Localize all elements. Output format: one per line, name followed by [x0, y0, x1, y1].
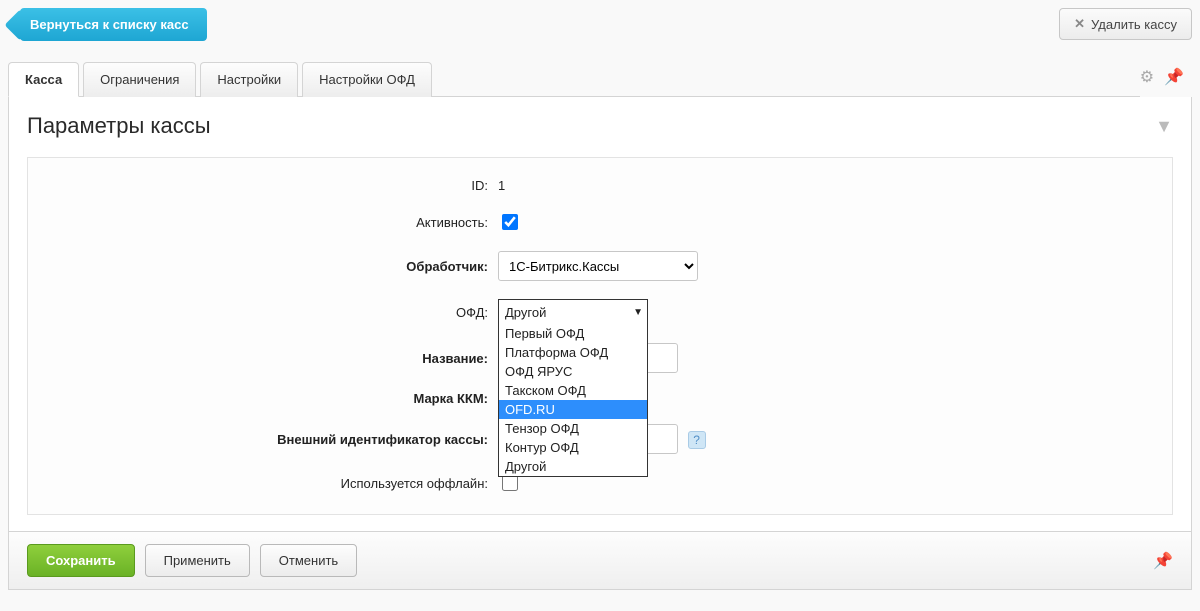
collapse-toggle[interactable]: ▼ [1155, 116, 1173, 137]
name-label: Название: [422, 351, 488, 366]
help-icon[interactable]: ? [688, 431, 706, 449]
offline-label: Используется оффлайн: [38, 476, 498, 491]
ofd-select[interactable]: Другой ▼ [498, 299, 648, 325]
id-value: 1 [498, 178, 505, 193]
active-label: Активность: [38, 215, 498, 230]
ofd-option[interactable]: Тензор ОФД [499, 419, 647, 438]
ofd-dropdown: Первый ОФД Платформа ОФД ОФД ЯРУС Такско… [498, 324, 648, 477]
ofd-label: ОФД: [38, 305, 498, 320]
delete-button-label: Удалить кассу [1091, 17, 1177, 32]
cancel-button[interactable]: Отменить [260, 544, 357, 577]
chevron-down-icon: ▼ [633, 307, 643, 318]
ext-id-label: Внешний идентификатор кассы: [277, 432, 488, 447]
ofd-option[interactable]: Платформа ОФД [499, 343, 647, 362]
tab-settings[interactable]: Настройки [200, 62, 298, 97]
tab-restrictions[interactable]: Ограничения [83, 62, 196, 97]
handler-select[interactable]: 1С-Битрикс.Кассы [498, 251, 698, 281]
delete-cashbox-button[interactable]: ✕ Удалить кассу [1059, 8, 1192, 40]
tab-cashbox[interactable]: Касса [8, 62, 79, 97]
ofd-option[interactable]: Контур ОФД [499, 438, 647, 457]
bottom-bar: Сохранить Применить Отменить 📌 [8, 532, 1192, 590]
ofd-option[interactable]: Такском ОФД [499, 381, 647, 400]
tabs: Касса Ограничения Настройки Настройки ОФ… [8, 61, 1140, 97]
pin-icon[interactable]: 📌 [1153, 551, 1173, 571]
handler-label: Обработчик: [406, 259, 488, 274]
gear-icon[interactable]: ⚙ [1140, 67, 1154, 87]
panel: Параметры кассы ▼ ID: 1 Активность: Обра… [8, 97, 1192, 532]
ofd-option[interactable]: OFD.RU [499, 400, 647, 419]
panel-title: Параметры кассы [27, 113, 211, 139]
offline-checkbox[interactable] [502, 475, 518, 491]
form: ID: 1 Активность: Обработчик: 1С-Битрикс… [27, 157, 1173, 515]
ofd-option[interactable]: Первый ОФД [499, 324, 647, 343]
ofd-option[interactable]: Другой [499, 457, 647, 476]
ofd-option[interactable]: ОФД ЯРУС [499, 362, 647, 381]
ofd-selected-value: Другой [505, 305, 546, 320]
apply-button[interactable]: Применить [145, 544, 250, 577]
back-to-list-button[interactable]: Вернуться к списку касс [20, 8, 207, 41]
kkm-label: Марка ККМ: [413, 391, 488, 406]
id-label: ID: [38, 178, 498, 193]
tab-ofd-settings[interactable]: Настройки ОФД [302, 62, 432, 97]
active-checkbox[interactable] [502, 214, 518, 230]
save-button[interactable]: Сохранить [27, 544, 135, 577]
pin-icon[interactable]: 📌 [1164, 67, 1184, 87]
close-icon: ✕ [1074, 16, 1085, 32]
